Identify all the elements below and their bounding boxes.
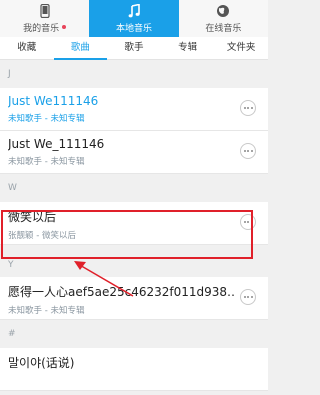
tab-local-music-label: 本地音乐 — [115, 23, 152, 34]
tab-my-music-label: 我的音乐 — [23, 23, 60, 34]
sub-tab-bar: 收藏 歌曲 歌手 专辑 文件夹 — [0, 37, 268, 60]
song-row[interactable]: 愿得一人心aef5ae25c46232f011d938… 未知歌手 - 未知专辑 — [0, 277, 268, 320]
song-title: 말이야(话说) — [8, 356, 75, 370]
song-subtitle: 张靓颖 - 微笑以后 — [8, 231, 76, 241]
more-options-icon[interactable] — [240, 143, 256, 159]
globe-icon — [216, 4, 230, 19]
tab-online-music-label: 在线音乐 — [205, 23, 242, 34]
more-options-icon[interactable] — [240, 214, 256, 230]
song-list: J Just We111146 未知歌手 - 未知专辑 Just We_1111… — [0, 60, 268, 391]
section-header-w: W — [0, 174, 268, 202]
song-title: Just We111146 — [8, 94, 99, 108]
song-row[interactable]: 말이야(话说) — [0, 348, 268, 391]
more-options-icon[interactable] — [240, 100, 256, 116]
subtab-songs[interactable]: 歌曲 — [53, 37, 108, 60]
music-note-icon — [128, 4, 140, 19]
top-tab-bar: 我的音乐 本地音乐 在线音乐 — [0, 0, 268, 37]
song-title: 微笑以后 — [8, 210, 57, 224]
song-title: 愿得一人心aef5ae25c46232f011d938… — [8, 285, 234, 299]
song-subtitle: 未知歌手 - 未知专辑 — [8, 114, 85, 124]
song-title: Just We_111146 — [8, 137, 105, 151]
section-header-hash: # — [0, 320, 268, 348]
phone-icon — [40, 4, 50, 19]
song-row-highlighted[interactable]: 微笑以后 张靓颖 - 微笑以后 — [0, 202, 268, 245]
subtab-folders[interactable]: 文件夹 — [214, 37, 268, 59]
tab-local-music[interactable]: 本地音乐 — [89, 0, 179, 37]
tab-my-music[interactable]: 我的音乐 — [0, 0, 89, 37]
notification-dot — [62, 25, 67, 29]
song-row[interactable]: Just We111146 未知歌手 - 未知专辑 — [0, 88, 268, 131]
tab-online-music[interactable]: 在线音乐 — [179, 0, 268, 37]
section-header-j: J — [0, 60, 268, 88]
subtab-artists[interactable]: 歌手 — [107, 37, 161, 59]
subtab-albums[interactable]: 专辑 — [161, 37, 215, 59]
song-subtitle: 未知歌手 - 未知专辑 — [8, 306, 85, 316]
song-row[interactable]: Just We_111146 未知歌手 - 未知专辑 — [0, 131, 268, 174]
section-header-y: Y — [0, 245, 268, 277]
more-options-icon[interactable] — [240, 289, 256, 305]
song-subtitle: 未知歌手 - 未知专辑 — [8, 157, 85, 167]
subtab-favorites[interactable]: 收藏 — [0, 37, 54, 59]
